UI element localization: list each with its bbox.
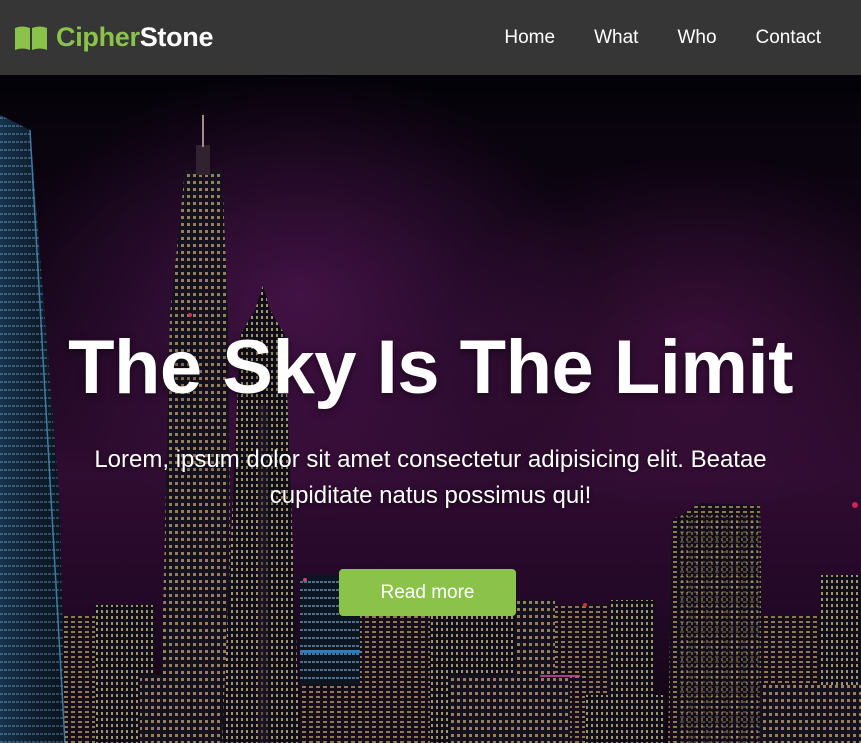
hero-section: The Sky Is The Limit Lorem, ipsum dolor …: [0, 75, 861, 743]
nav-link-who[interactable]: Who: [677, 27, 716, 49]
nav-menu: Home What Who Contact: [465, 27, 821, 49]
nav-link-home[interactable]: Home: [504, 27, 555, 49]
brand-name-part2: Stone: [139, 22, 214, 52]
nav-link-contact[interactable]: Contact: [756, 27, 821, 49]
brand-name-part1: Cipher: [56, 22, 140, 52]
hero-description: Lorem, ipsum dolor sit amet consectetur …: [94, 446, 767, 509]
read-more-button[interactable]: Read more: [339, 569, 516, 616]
hero-title: The Sky Is The Limit: [68, 325, 793, 410]
nav-link-what[interactable]: What: [594, 27, 638, 49]
hero-content: The Sky Is The Limit Lorem, ipsum dolor …: [0, 75, 861, 743]
open-book-icon: [15, 26, 47, 50]
navbar: CipherStone Home What Who Contact: [0, 0, 861, 75]
brand-logo-link[interactable]: CipherStone: [14, 22, 214, 53]
page: CipherStone Home What Who Contact The Sk…: [0, 0, 861, 743]
brand-name: CipherStone: [56, 22, 214, 53]
